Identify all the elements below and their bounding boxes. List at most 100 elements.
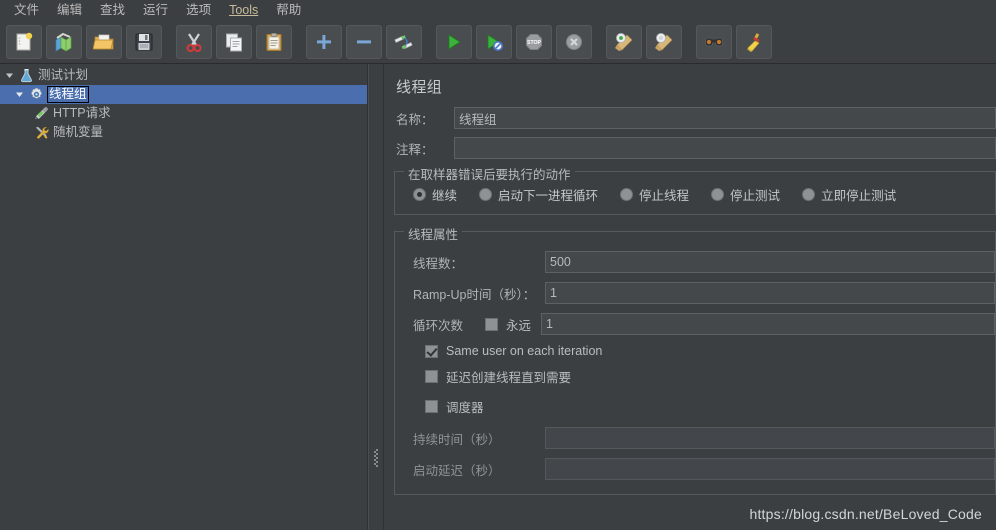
duration-input[interactable] bbox=[545, 427, 995, 449]
copy-icon bbox=[223, 31, 245, 53]
copy-button[interactable] bbox=[216, 25, 252, 59]
radio-start-next-loop-label: 启动下一进程循环 bbox=[498, 189, 599, 203]
clear-all-button[interactable] bbox=[646, 25, 682, 59]
search-icon bbox=[703, 31, 725, 53]
name-label: 名称： bbox=[396, 112, 434, 127]
page-title: 线程组 bbox=[396, 79, 443, 96]
new-file-icon bbox=[13, 31, 35, 53]
radio-stop-test[interactable]: 停止测试 bbox=[711, 185, 780, 204]
thread-properties-group: 线程属性 线程数： Ramp-Up时间（秒）： 循环次数 永远 bbox=[394, 224, 996, 495]
tree-node-test-plan[interactable]: 测试计划 bbox=[0, 66, 367, 85]
forever-checkbox[interactable]: 永远 bbox=[485, 315, 531, 334]
tree-node-random-variable[interactable]: 随机变量 bbox=[0, 123, 367, 142]
same-user-checkbox[interactable]: Same user on each iteration bbox=[395, 344, 995, 358]
loop-count-row: 循环次数 永远 bbox=[395, 313, 995, 335]
scheduler-checkbox-indicator[interactable] bbox=[425, 400, 438, 413]
radio-stop-test-now-indicator[interactable] bbox=[802, 188, 816, 201]
radio-stop-thread-indicator[interactable] bbox=[620, 188, 634, 201]
toolbar: STOP bbox=[0, 21, 996, 64]
menu-item-options[interactable]: 选项 bbox=[177, 0, 220, 20]
tree-node-label: 测试计划 bbox=[38, 68, 89, 82]
menu-item-search[interactable]: 查找 bbox=[91, 0, 134, 20]
loop-count-label: 循环次数 bbox=[413, 318, 464, 333]
stop-button[interactable]: STOP bbox=[516, 25, 552, 59]
menu-item-edit[interactable]: 编辑 bbox=[48, 0, 91, 20]
expand-triangle-icon[interactable] bbox=[12, 85, 27, 104]
radio-continue[interactable]: 继续 bbox=[413, 185, 457, 204]
collapse-button[interactable] bbox=[346, 25, 382, 59]
radio-continue-label: 继续 bbox=[432, 189, 458, 203]
thread-count-row: 线程数： bbox=[395, 251, 995, 273]
reset-search-button[interactable] bbox=[736, 25, 772, 59]
delayed-start-checkbox-indicator[interactable] bbox=[425, 370, 438, 383]
name-input[interactable] bbox=[454, 107, 996, 129]
scheduler-checkbox[interactable]: 调度器 bbox=[395, 397, 995, 416]
stop-icon: STOP bbox=[523, 31, 545, 53]
start-no-timers-button[interactable] bbox=[476, 25, 512, 59]
plus-icon bbox=[313, 31, 335, 53]
forever-label: 永远 bbox=[506, 318, 532, 333]
save-button[interactable] bbox=[126, 25, 162, 59]
loop-count-input[interactable] bbox=[541, 313, 995, 335]
forever-checkbox-indicator[interactable] bbox=[485, 317, 499, 331]
paste-button[interactable] bbox=[256, 25, 292, 59]
new-file-button[interactable] bbox=[6, 25, 42, 59]
radio-continue-indicator[interactable] bbox=[413, 188, 426, 201]
startup-delay-label: 启动延迟（秒） bbox=[413, 463, 501, 478]
radio-stop-thread-label: 停止线程 bbox=[639, 189, 690, 203]
radio-stop-test-now-label: 立即停止测试 bbox=[821, 189, 897, 203]
shutdown-icon bbox=[563, 31, 585, 53]
clear-button[interactable] bbox=[606, 25, 642, 59]
pipette-icon bbox=[32, 105, 50, 122]
expand-button[interactable] bbox=[306, 25, 342, 59]
menu-item-run[interactable]: 运行 bbox=[134, 0, 177, 20]
radio-start-next-loop[interactable]: 启动下一进程循环 bbox=[479, 185, 598, 204]
comment-label: 注释： bbox=[396, 142, 434, 157]
open-folder-icon bbox=[93, 31, 115, 53]
radio-start-next-loop-indicator[interactable] bbox=[479, 188, 493, 201]
name-row: 名称： bbox=[384, 107, 996, 129]
main-split: 测试计划 线程组 HTTP请求 随机变量 线程组 名称： 线程组 注释： 在取样… bbox=[0, 64, 996, 530]
error-action-radio-group: 继续 启动下一进程循环 停止线程 停止测试 立即停止测试 bbox=[395, 185, 995, 204]
thread-count-input[interactable] bbox=[545, 251, 995, 273]
search-button[interactable] bbox=[696, 25, 732, 59]
comment-input[interactable] bbox=[454, 137, 996, 159]
watermark-text: https://blog.csdn.net/BeLoved_Code bbox=[749, 506, 982, 522]
startup-delay-input[interactable] bbox=[545, 458, 995, 480]
delayed-start-checkbox[interactable]: 延迟创建线程直到需要 bbox=[395, 367, 995, 386]
menu-item-tools[interactable]: Tools bbox=[220, 0, 267, 20]
split-pane-grip[interactable] bbox=[374, 449, 378, 467]
shutdown-button[interactable] bbox=[556, 25, 592, 59]
radio-stop-test-indicator[interactable] bbox=[711, 188, 725, 201]
radio-stop-thread[interactable]: 停止线程 bbox=[620, 185, 689, 204]
svg-text:STOP: STOP bbox=[527, 40, 542, 46]
split-pane-divider[interactable] bbox=[368, 64, 384, 530]
scheduler-label: 调度器 bbox=[446, 401, 484, 415]
flask-icon bbox=[17, 67, 35, 84]
toggle-icon bbox=[393, 31, 415, 53]
same-user-checkbox-indicator[interactable] bbox=[425, 344, 438, 358]
toggle-button[interactable] bbox=[386, 25, 422, 59]
start-button[interactable] bbox=[436, 25, 472, 59]
open-button[interactable] bbox=[86, 25, 122, 59]
templates-button[interactable] bbox=[46, 25, 82, 59]
test-plan-tree[interactable]: 测试计划 线程组 HTTP请求 随机变量 bbox=[0, 64, 368, 530]
clear-all-icon bbox=[653, 31, 675, 53]
menu-item-file[interactable]: 文件 bbox=[5, 0, 48, 20]
clear-icon bbox=[613, 31, 635, 53]
menu-bar: 文件 编辑 查找 运行 选项 Tools 帮助 bbox=[0, 0, 996, 21]
ramp-up-input[interactable] bbox=[545, 282, 995, 304]
ramp-up-row: Ramp-Up时间（秒）： bbox=[395, 282, 995, 304]
delayed-start-label: 延迟创建线程直到需要 bbox=[446, 371, 572, 385]
tree-node-label: 线程组 bbox=[47, 86, 89, 103]
gear-icon bbox=[27, 86, 45, 103]
radio-stop-test-now[interactable]: 立即停止测试 bbox=[802, 185, 896, 204]
startup-delay-row: 启动延迟（秒） bbox=[395, 458, 995, 480]
expand-triangle-icon[interactable] bbox=[2, 66, 17, 85]
tree-node-thread-group[interactable]: 线程组 bbox=[0, 85, 367, 104]
same-user-label: Same user on each iteration bbox=[446, 344, 603, 358]
cut-button[interactable] bbox=[176, 25, 212, 59]
radio-stop-test-label: 停止测试 bbox=[730, 189, 781, 203]
tree-node-http-request[interactable]: HTTP请求 bbox=[0, 104, 367, 123]
menu-item-help[interactable]: 帮助 bbox=[267, 0, 310, 20]
